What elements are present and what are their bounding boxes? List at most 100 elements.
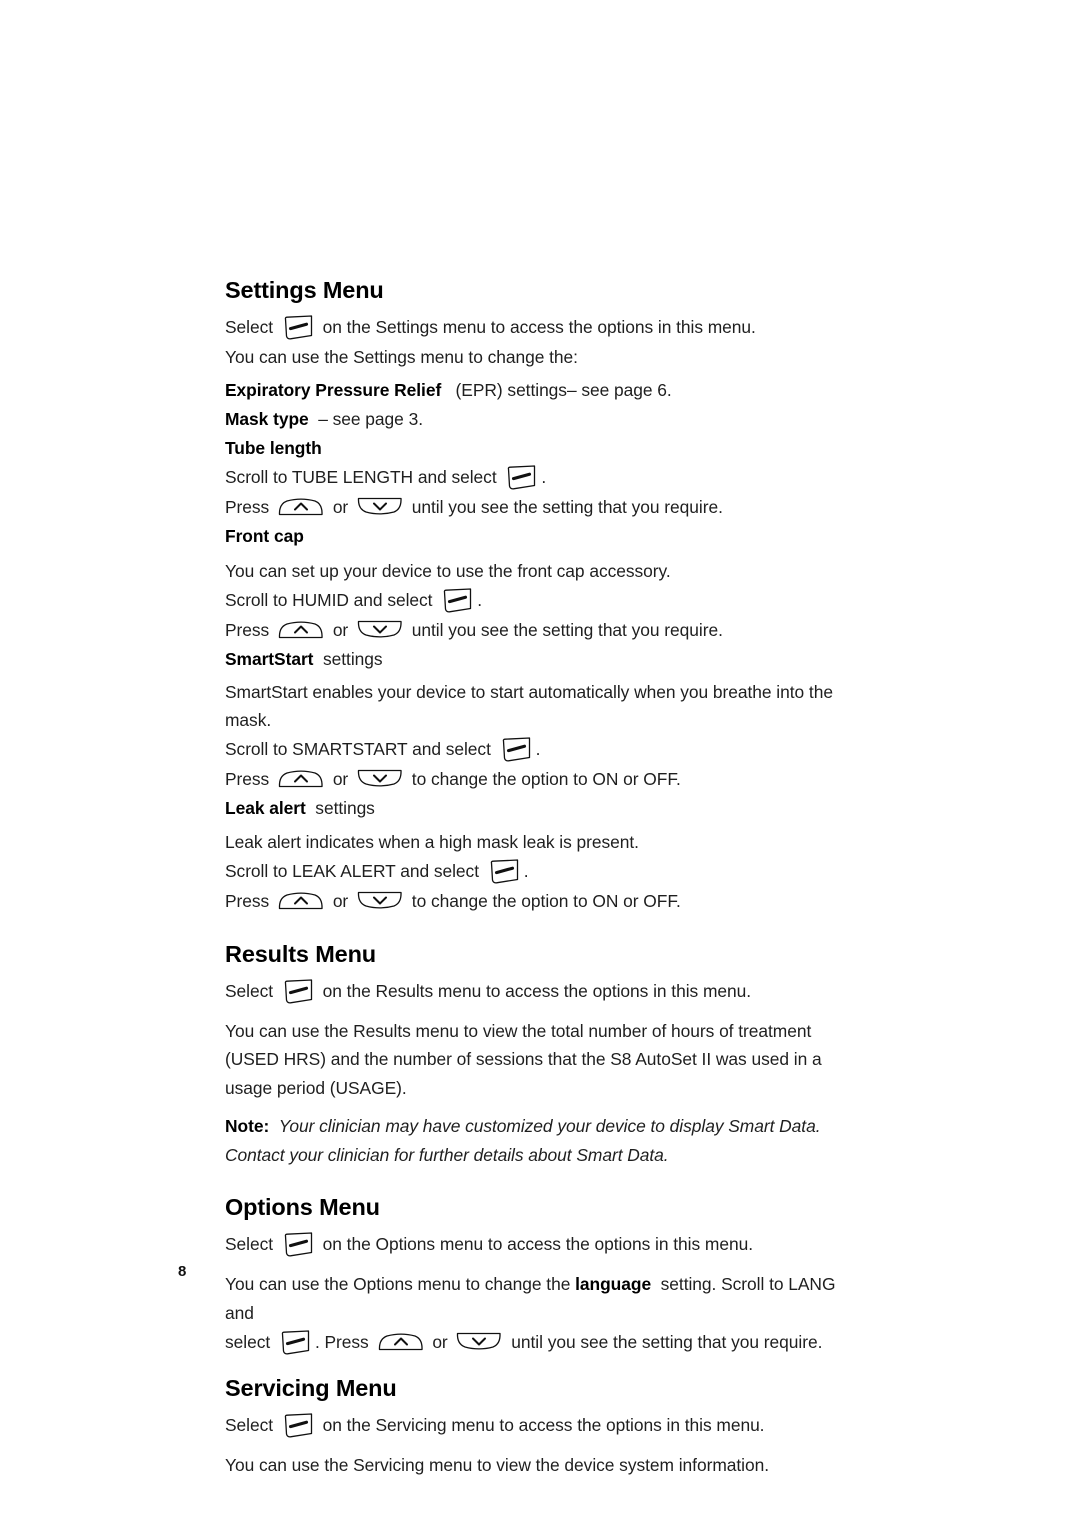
settings-item-tube-length: Tube length — [225, 434, 865, 463]
options-line2-or: or — [432, 1332, 448, 1353]
settings-intro: You can use the Settings menu to change … — [225, 346, 578, 367]
front-cap-press-mid: or — [332, 619, 349, 640]
tube-scroll-suffix: . — [541, 466, 547, 487]
page-number: 8 — [178, 1263, 187, 1280]
leak-alert-press-suffix: to change the option to ON or OFF. — [411, 890, 681, 911]
leak-alert-press-line: Press or to change the option to ON or O… — [225, 887, 865, 916]
front-cap-press-line: Press or until you see the setting that … — [225, 616, 865, 645]
select-button-icon[interactable] — [282, 313, 316, 343]
options-line2-suffix: until you see the setting that you requi… — [511, 1332, 823, 1353]
leak-alert-scroll-suffix: . — [523, 860, 529, 881]
results-select-suffix: on the Results menu to access the option… — [322, 980, 752, 1001]
leak-alert-desc: Leak alert indicates when a high mask le… — [225, 831, 639, 852]
smartstart-press-prefix: Press — [225, 768, 270, 789]
smartstart-scroll-line: Scroll to SMARTSTART and select . — [225, 735, 865, 765]
down-arrow-button-icon[interactable] — [356, 890, 404, 911]
settings-item-epr-label: Expiratory Pressure Relief — [225, 379, 442, 400]
up-arrow-button-icon[interactable] — [277, 890, 325, 911]
options-select-prefix: Select — [225, 1234, 274, 1255]
heading-options-menu: Options Menu — [225, 1194, 380, 1221]
front-cap-press-suffix: until you see the setting that you requi… — [411, 619, 723, 640]
page-content: Settings Menu Select on the Settings men… — [225, 277, 865, 1480]
settings-item-tube-length-label: Tube length — [225, 437, 322, 458]
select-button-icon[interactable] — [505, 463, 539, 493]
heading-settings-menu: Settings Menu — [225, 277, 384, 303]
settings-item-mask-type-rest: – see page 3. — [318, 408, 423, 429]
down-arrow-button-icon[interactable] — [356, 496, 404, 517]
front-cap-label-text: Front cap — [225, 525, 304, 546]
up-arrow-button-icon[interactable] — [277, 619, 325, 640]
tube-press-line: Press or until you see the setting that … — [225, 493, 865, 522]
front-cap-press-prefix: Press — [225, 619, 270, 640]
options-select-suffix: on the Options menu to access the option… — [322, 1234, 753, 1255]
select-button-icon[interactable] — [488, 857, 522, 887]
leak-alert-press-mid: or — [332, 890, 349, 911]
servicing-select-prefix: Select — [225, 1414, 274, 1435]
options-line2-mid: . Press — [314, 1332, 369, 1353]
tube-press-mid: or — [332, 496, 349, 517]
down-arrow-button-icon[interactable] — [356, 619, 404, 640]
smartstart-desc: SmartStart enables your device to start … — [225, 681, 833, 731]
select-button-icon[interactable] — [282, 1411, 316, 1441]
smartstart-press-line: Press or to change the option to ON or O… — [225, 765, 865, 794]
results-note-text: Your clinician may have customized your … — [225, 1116, 821, 1165]
leak-alert-scroll-prefix: Scroll to LEAK ALERT and select — [225, 860, 479, 881]
tube-scroll-line: Scroll to TUBE LENGTH and select . — [225, 463, 865, 493]
results-note: Note: Your clinician may have customized… — [225, 1112, 853, 1169]
settings-select-line: Select on the Settings menu to access th… — [225, 313, 865, 343]
heading-servicing-menu: Servicing Menu — [225, 1375, 397, 1402]
select-button-icon[interactable] — [279, 1328, 313, 1358]
options-body-language: language — [575, 1274, 652, 1295]
tube-press-prefix: Press — [225, 496, 270, 517]
tube-scroll-prefix: Scroll to TUBE LENGTH and select — [225, 466, 497, 487]
smartstart-scroll-suffix: . — [535, 738, 541, 759]
heading-results-menu: Results Menu — [225, 940, 376, 967]
down-arrow-button-icon[interactable] — [455, 1331, 503, 1352]
servicing-body: You can use the Servicing menu to view t… — [225, 1454, 769, 1475]
leak-alert-label-rest: settings — [315, 797, 375, 818]
up-arrow-button-icon[interactable] — [277, 496, 325, 517]
options-body-line2: select . Press or until you see the sett… — [225, 1328, 865, 1358]
settings-select-suffix: on the Settings menu to access the optio… — [322, 316, 756, 337]
smartstart-label-rest: settings — [323, 648, 383, 669]
smartstart-label: SmartStart settings — [225, 645, 865, 674]
front-cap-scroll-suffix: . — [477, 589, 483, 610]
manual-page: Settings Menu Select on the Settings men… — [0, 0, 1080, 1528]
options-body-part1: You can use the Options menu to change t… — [225, 1274, 571, 1295]
settings-item-mask-type: Mask type – see page 3. — [225, 405, 865, 434]
options-body-line1: You can use the Options menu to change t… — [225, 1270, 865, 1328]
settings-item-epr-rest: (EPR) settings — [455, 379, 567, 400]
smartstart-press-suffix: to change the option to ON or OFF. — [411, 768, 681, 789]
settings-item-epr-tail: – see page 6. — [566, 379, 672, 400]
options-line2-prefix: select — [225, 1332, 271, 1353]
front-cap-label: Front cap — [225, 522, 865, 551]
smartstart-press-mid: or — [332, 768, 349, 789]
select-button-icon[interactable] — [282, 977, 316, 1007]
select-button-icon[interactable] — [282, 1230, 316, 1260]
select-button-icon[interactable] — [500, 735, 534, 765]
results-body: You can use the Results menu to view the… — [225, 1020, 822, 1098]
settings-select-prefix: Select — [225, 316, 274, 337]
select-button-icon[interactable] — [441, 586, 475, 616]
front-cap-desc: You can set up your device to use the fr… — [225, 560, 671, 581]
leak-alert-scroll-line: Scroll to LEAK ALERT and select . — [225, 857, 865, 887]
servicing-select-line: Select on the Servicing menu to access t… — [225, 1411, 865, 1441]
results-note-label: Note: — [225, 1116, 270, 1137]
results-select-line: Select on the Results menu to access the… — [225, 977, 865, 1007]
tube-press-suffix: until you see the setting that you requi… — [411, 496, 723, 517]
results-select-prefix: Select — [225, 980, 274, 1001]
front-cap-scroll-prefix: Scroll to HUMID and select — [225, 589, 433, 610]
up-arrow-button-icon[interactable] — [377, 1331, 425, 1352]
options-select-line: Select on the Options menu to access the… — [225, 1230, 865, 1260]
up-arrow-button-icon[interactable] — [277, 768, 325, 789]
front-cap-scroll-line: Scroll to HUMID and select . — [225, 586, 865, 616]
smartstart-scroll-prefix: Scroll to SMARTSTART and select — [225, 738, 491, 759]
down-arrow-button-icon[interactable] — [356, 768, 404, 789]
leak-alert-label-bold: Leak alert — [225, 797, 306, 818]
settings-item-mask-type-label: Mask type — [225, 408, 309, 429]
leak-alert-press-prefix: Press — [225, 890, 270, 911]
settings-item-epr: Expiratory Pressure Relief (EPR) setting… — [225, 376, 865, 405]
servicing-select-suffix: on the Servicing menu to access the opti… — [322, 1414, 765, 1435]
smartstart-label-bold: SmartStart — [225, 648, 314, 669]
leak-alert-label: Leak alert settings — [225, 794, 865, 823]
